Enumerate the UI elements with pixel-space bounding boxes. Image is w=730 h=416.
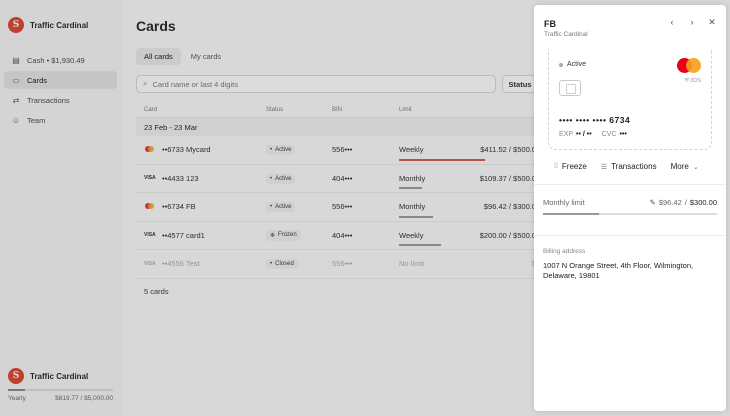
- edit-icon[interactable]: ✎: [650, 198, 656, 207]
- card-meta: EXP •• / •• CVC •••: [559, 131, 627, 138]
- limit-progress-fill: [543, 213, 599, 215]
- panel-title: FB: [544, 19, 556, 29]
- chip-icon: [559, 80, 581, 96]
- close-icon[interactable]: ✕: [706, 15, 718, 29]
- freeze-icon: ⁞⁞: [554, 163, 558, 170]
- secure-label: 3DS: [690, 78, 701, 84]
- billing-address: 1007 N Orange Street, 4th Floor, Wilming…: [543, 261, 694, 280]
- limit-label: Monthly limit: [543, 198, 585, 207]
- limit-total: $300.00: [689, 198, 717, 207]
- chevron-right-icon[interactable]: ›: [686, 15, 698, 29]
- transactions-button[interactable]: ☰ Transactions: [601, 162, 657, 171]
- limit-row: Monthly limit ✎ $96.42 / $300.00: [543, 198, 717, 207]
- divider: [534, 184, 726, 185]
- panel-nav: ‹ › ✕: [666, 15, 718, 29]
- card-status-label: Active: [567, 61, 587, 68]
- cvc-value[interactable]: •••: [619, 131, 626, 138]
- panel-subtitle: Traffic Cardinal: [544, 31, 588, 38]
- card-detail-panel: FB Traffic Cardinal ‹ › ✕ Active ⛨ 3DS •…: [534, 5, 726, 411]
- limit-progress: [543, 213, 717, 215]
- card-actions: ⁞⁞ Freeze ☰ Transactions More ⌄: [554, 162, 699, 171]
- status-dot: [559, 62, 563, 67]
- list-icon: ☰: [600, 163, 608, 171]
- freeze-button[interactable]: ⁞⁞ Freeze: [554, 162, 587, 171]
- chevron-down-icon: ⌄: [692, 163, 699, 171]
- secure-badge: ⛨ 3DS: [685, 78, 701, 85]
- card-status: Active: [559, 61, 586, 68]
- limit-spent: $96.42: [658, 198, 682, 207]
- divider: [534, 235, 726, 236]
- more-button[interactable]: More ⌄: [671, 162, 699, 171]
- exp-value[interactable]: •• / ••: [576, 131, 592, 138]
- virtual-card: Active ⛨ 3DS •••• •••• •••• 6734 EXP •• /…: [548, 49, 712, 150]
- cvc-label: CVC: [601, 131, 617, 138]
- shield-icon: ⛨: [684, 78, 689, 84]
- card-number[interactable]: •••• •••• •••• 6734: [559, 115, 630, 125]
- mastercard-logo-icon: [677, 58, 701, 73]
- chevron-left-icon[interactable]: ‹: [666, 15, 678, 29]
- exp-label: EXP: [559, 131, 574, 138]
- billing-address-label: Billing address: [543, 248, 586, 255]
